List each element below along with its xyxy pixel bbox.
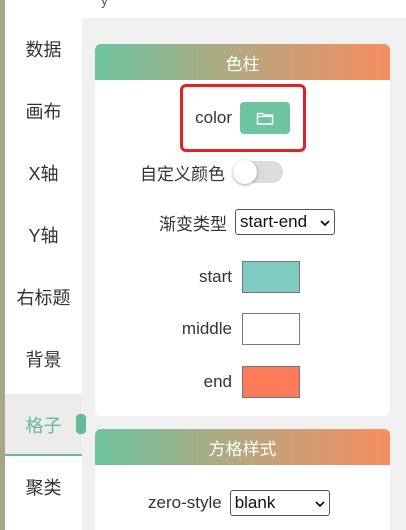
zero-style-label: zero-style (148, 493, 222, 512)
start-color-swatch[interactable] (242, 261, 300, 293)
sidebar-item-label: 聚类 (25, 478, 62, 498)
sidebar-item-label: 格子 (25, 416, 62, 436)
panel-title: 方格样式 (208, 439, 277, 459)
sidebar: 数据 画布 X轴 Y轴 右标题 背景 格子 聚类 (5, 18, 86, 530)
zero-style-select[interactable]: blank (229, 490, 330, 516)
active-indicator (76, 414, 86, 434)
color-row: color (160, 101, 300, 135)
color-label: color (195, 108, 232, 127)
middle-label: middle (181, 319, 232, 338)
chevron-down-icon (315, 501, 325, 508)
sidebar-item-label: 画布 (25, 102, 62, 122)
middle-color-swatch[interactable] (242, 313, 300, 345)
sidebar-item-label: 数据 (25, 40, 62, 60)
custom-color-row: 自定义颜色 (140, 159, 283, 185)
custom-color-label: 自定义颜色 (140, 164, 225, 184)
zero-style-value: blank (234, 493, 276, 512)
grid-style-panel-header: 方格样式 (95, 429, 390, 465)
sidebar-item-right-title[interactable]: 右标题 (5, 266, 82, 328)
folder-icon (256, 112, 274, 125)
zero-style-row: zero-style blank (148, 489, 330, 517)
top-bar: y (5, 0, 406, 18)
sidebar-item-cluster[interactable]: 聚类 (5, 456, 82, 518)
gradient-type-label: 渐变类型 (159, 214, 227, 234)
sidebar-item-label: X轴 (28, 164, 59, 184)
start-label: start (198, 267, 232, 286)
sidebar-item-label: Y轴 (28, 226, 59, 246)
sidebar-item-grid[interactable]: 格子 (5, 394, 86, 456)
color-picker-button[interactable] (240, 102, 290, 134)
colorbar-panel-header: 色柱 (95, 44, 390, 80)
end-row: end (160, 365, 300, 399)
end-color-swatch[interactable] (242, 366, 300, 398)
gradient-type-row: 渐变类型 start-end (159, 208, 335, 236)
end-label: end (203, 372, 232, 391)
sidebar-item-data[interactable]: 数据 (5, 18, 82, 80)
panel-title: 色柱 (225, 54, 260, 74)
chevron-down-icon (320, 220, 330, 227)
sidebar-item-label: 背景 (25, 350, 62, 370)
gradient-type-select[interactable]: start-end (235, 209, 335, 235)
sidebar-item-y-axis[interactable]: Y轴 (5, 204, 82, 266)
start-row: start (160, 260, 300, 294)
sidebar-item-canvas[interactable]: 画布 (5, 80, 82, 142)
gradient-type-value: start-end (240, 212, 308, 231)
sidebar-item-background[interactable]: 背景 (5, 328, 82, 390)
sidebar-item-x-axis[interactable]: X轴 (5, 142, 82, 204)
custom-color-toggle[interactable] (233, 160, 283, 184)
top-bar-text: y (101, 0, 108, 8)
middle-row: middle (160, 312, 300, 346)
sidebar-item-label: 右标题 (16, 288, 71, 308)
toggle-knob (233, 160, 257, 184)
